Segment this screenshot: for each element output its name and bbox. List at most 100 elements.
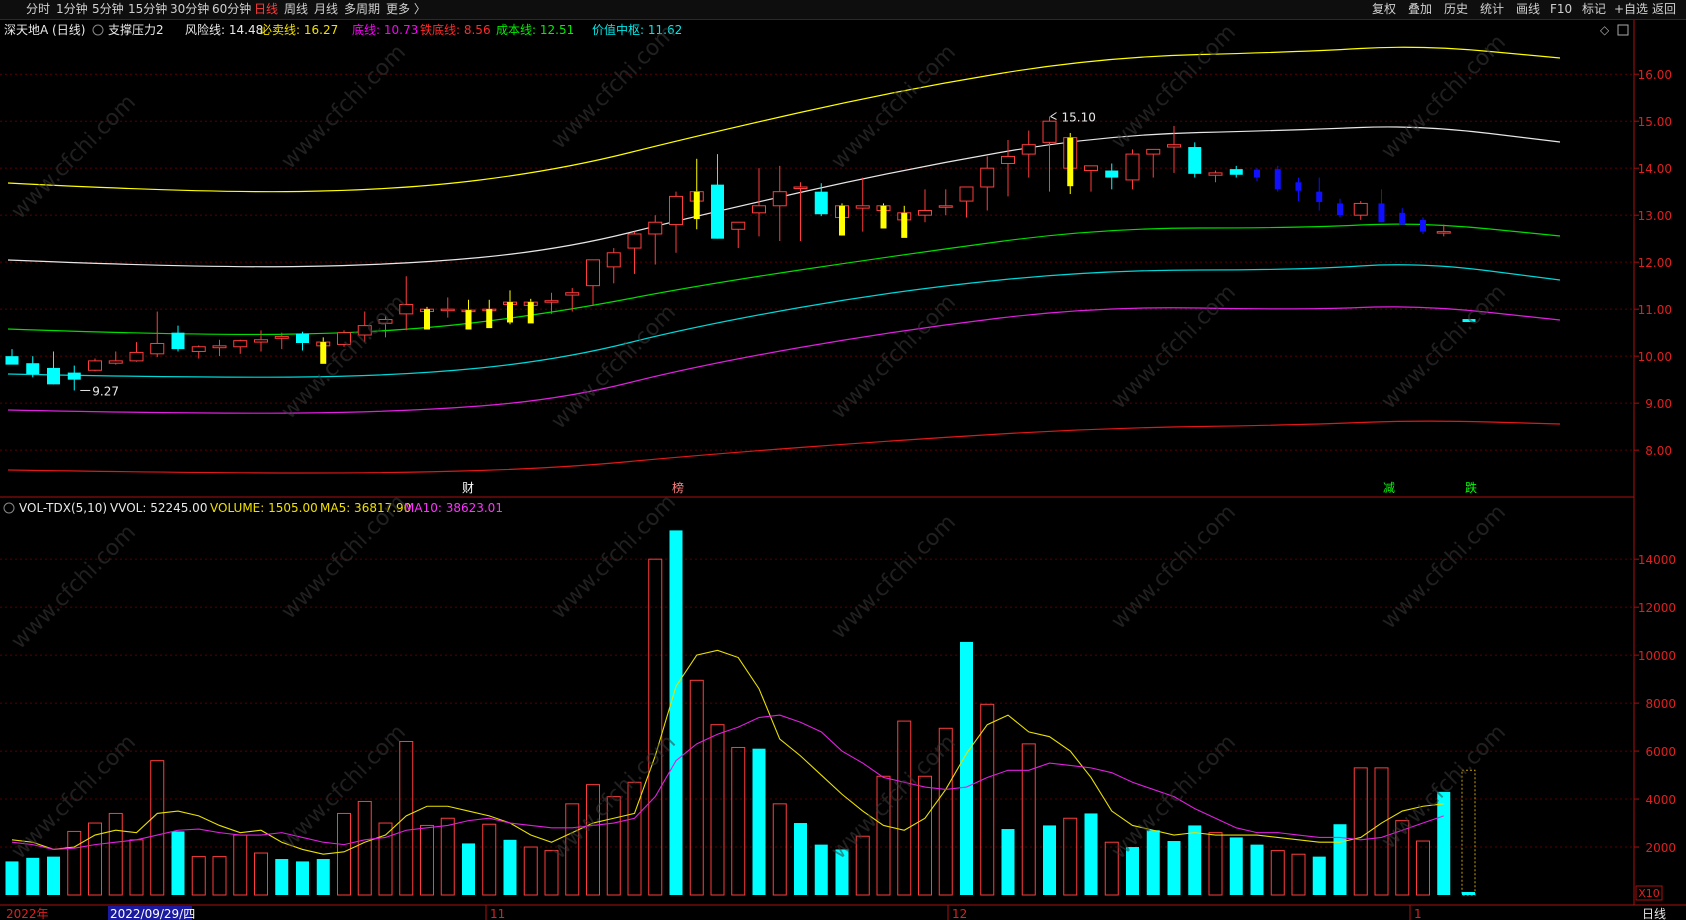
volume-bar [150, 760, 165, 896]
candle-body [67, 372, 81, 380]
volume-axis-label: 4000 [1645, 793, 1676, 807]
candle-body [108, 360, 123, 364]
candle [88, 358, 102, 372]
candle [772, 165, 787, 242]
candle-body [1378, 203, 1385, 223]
candle-body [1274, 169, 1281, 190]
candle [1208, 170, 1223, 183]
candle [1399, 208, 1406, 225]
candle-body [731, 221, 746, 230]
candle-body [669, 195, 683, 226]
candle [669, 191, 683, 253]
volume-bar [689, 679, 704, 896]
watermark: www.cfchi.com [7, 90, 141, 224]
volume-legend-item: MA10: 38623.01 [404, 501, 503, 515]
candle [274, 332, 289, 350]
candle-body [814, 191, 828, 215]
volume-bar [67, 830, 82, 896]
window-icon[interactable] [1617, 24, 1629, 36]
signal-bar [465, 310, 472, 330]
candle-body [1105, 170, 1119, 178]
candle-body [274, 335, 289, 339]
candle-body [772, 191, 787, 207]
iron-bottom-line [7, 420, 1561, 474]
price-legend-item: 铁底线: 8.56 [420, 22, 491, 37]
candle [5, 349, 19, 365]
volume-bar [523, 846, 538, 896]
volume-toggle-icon[interactable] [3, 502, 15, 514]
volume-bar [503, 839, 517, 895]
candle [1146, 148, 1161, 178]
month-label: 12 [952, 907, 967, 920]
volume-bar [1250, 844, 1264, 895]
month-label: 1 [1414, 907, 1422, 920]
event-marker: 财 [462, 481, 474, 495]
price-legend-item: 必卖线: 16.27 [260, 23, 338, 37]
candle [1316, 177, 1323, 211]
candle [855, 177, 870, 232]
indicator-toggle-icon[interactable] [92, 24, 104, 36]
volume-bar [1229, 837, 1243, 895]
candle [586, 259, 600, 305]
watermark: www.cfchi.com [827, 510, 961, 644]
watermark: www.cfchi.com [1377, 30, 1511, 164]
candle-body [1229, 169, 1243, 175]
volume-bar [191, 856, 206, 896]
candle-body [1021, 144, 1036, 155]
candle [980, 156, 995, 211]
candle [876, 203, 891, 229]
volume-bar [399, 740, 414, 896]
watermark: www.cfchi.com [547, 490, 681, 624]
candle [171, 325, 185, 352]
candle [233, 339, 248, 354]
watermark: www.cfchi.com [1377, 500, 1511, 634]
volume-axis-label: 8000 [1645, 697, 1676, 711]
candle [648, 215, 663, 265]
volume-bar [420, 824, 434, 896]
price-axis-label: 13.00 [1638, 209, 1672, 223]
candle [835, 203, 849, 236]
volume-bar [378, 822, 393, 896]
candle [689, 158, 704, 230]
candle [129, 342, 144, 362]
candle [1021, 130, 1036, 178]
price-axis-label: 10.00 [1638, 350, 1672, 364]
candle-body [980, 167, 995, 188]
candle-body [938, 205, 953, 208]
volume-bar [918, 775, 932, 896]
volume-bar [1001, 829, 1015, 895]
candle [1353, 201, 1368, 220]
watermark: www.cfchi.com [547, 20, 681, 154]
candle [212, 339, 227, 357]
candle-body [150, 342, 165, 355]
volume-bar [669, 530, 683, 895]
volume-indicator-name: VOL-TDX(5,10) [19, 501, 107, 515]
current-volume-bar [1461, 769, 1476, 896]
candle-body [1420, 219, 1426, 232]
volume-bar [960, 641, 973, 895]
signal-bar [839, 205, 845, 236]
candle-body [793, 186, 808, 189]
candle-body [1188, 147, 1202, 174]
volume-bar [710, 724, 725, 896]
must-sell-line [7, 46, 1561, 193]
volume-bar [1043, 825, 1056, 895]
volume-axis-label: 10000 [1638, 649, 1676, 663]
candle-body [752, 205, 766, 214]
diamond-icon[interactable]: ◇ [1600, 23, 1610, 37]
volume-bar [5, 861, 19, 895]
volume-bar [980, 703, 995, 896]
signal-bar [527, 302, 534, 324]
volume-bar [648, 558, 663, 896]
candle [150, 311, 165, 358]
candle-body [1254, 169, 1260, 178]
candle-body [440, 308, 455, 312]
volume-axis-label: 2000 [1645, 841, 1676, 855]
volume-bar [752, 748, 766, 895]
volume-bar [296, 861, 309, 895]
volume-bar [627, 781, 642, 896]
candle-body [648, 221, 663, 235]
watermark: www.cfchi.com [827, 40, 961, 174]
watermark: www.cfchi.com [7, 520, 141, 654]
candle-body [1084, 165, 1098, 172]
